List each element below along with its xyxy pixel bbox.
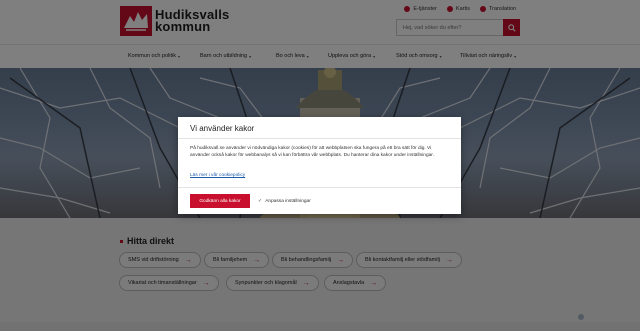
dialog-body: På hudiksvall.se använder vi nödvändiga … [190,146,434,158]
divider [178,187,461,188]
cookie-dialog: Vi använder kakor På hudiksvall.se använ… [178,117,461,214]
divider [178,138,461,139]
customize-label: Anpassa inställningar [265,198,311,204]
check-icon: ✓ [258,198,263,204]
customize-settings-button[interactable]: ✓ Anpassa inställningar [258,194,311,208]
cookie-policy-link[interactable]: Läs mer i vår cookiepolicy [190,173,245,178]
dialog-title: Vi använder kakor [190,124,255,133]
accept-all-button[interactable]: Godkänn alla kakor [190,194,250,208]
